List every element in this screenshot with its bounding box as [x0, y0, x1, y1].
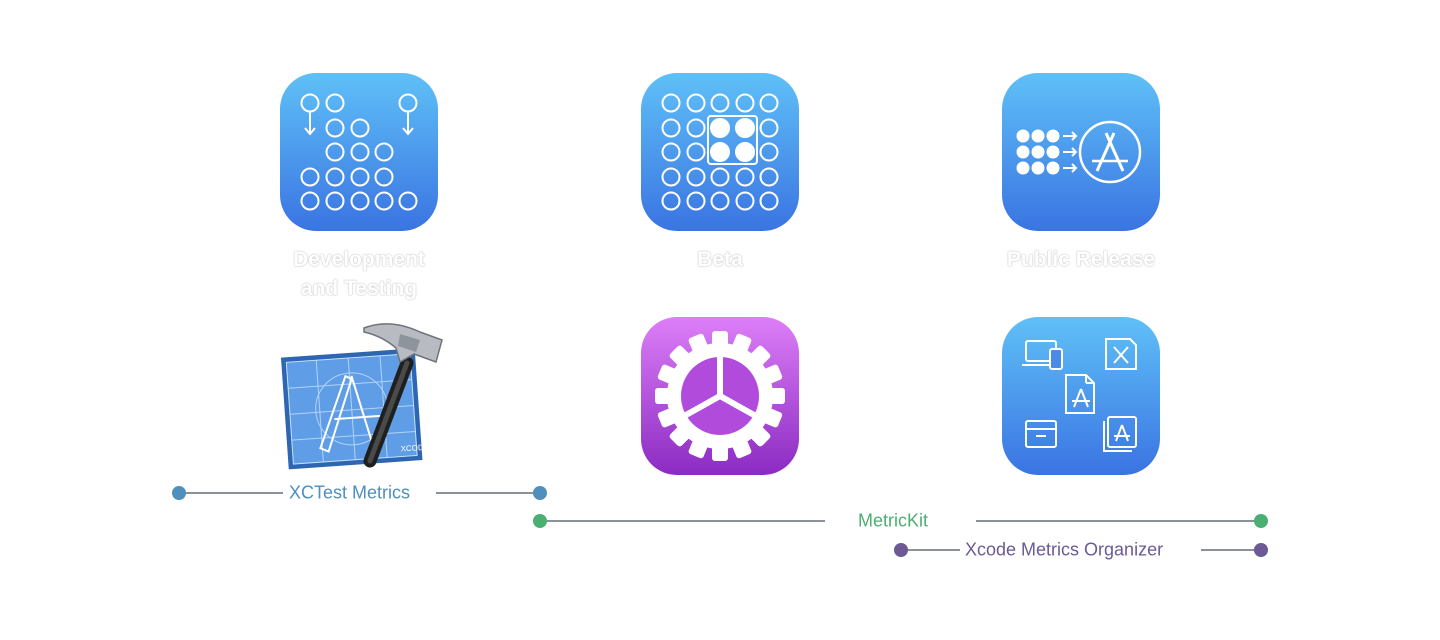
track-start-dot [172, 486, 186, 500]
svg-text:XCODE: XCODE [400, 443, 429, 454]
track-end-dot [1254, 514, 1268, 528]
xcode-organizer-icon [1002, 317, 1160, 475]
track-line [902, 549, 960, 551]
track-line [541, 520, 825, 522]
public-release-icon [1002, 73, 1160, 231]
development-testing-icon [280, 73, 438, 231]
track-line [180, 492, 283, 494]
track-line [976, 520, 1262, 522]
track-label: XCTest Metrics [289, 482, 411, 503]
phase-label-public-release: Public Release [1006, 248, 1156, 271]
track-label: Xcode Metrics Organizer [965, 539, 1164, 560]
beta-icon [641, 73, 799, 231]
xcode-icon: XCODE [270, 318, 450, 473]
metrickit-icon [641, 317, 799, 475]
phase-label-development: Development and Testing [293, 248, 425, 300]
track-start-dot [533, 514, 547, 528]
track-end-dot [1254, 543, 1268, 557]
track-label: MetricKit [858, 510, 929, 531]
track-end-dot [533, 486, 547, 500]
track-start-dot [894, 543, 908, 557]
track-line [436, 492, 540, 494]
phase-label-beta: Beta [697, 248, 743, 271]
track-line [1201, 549, 1262, 551]
